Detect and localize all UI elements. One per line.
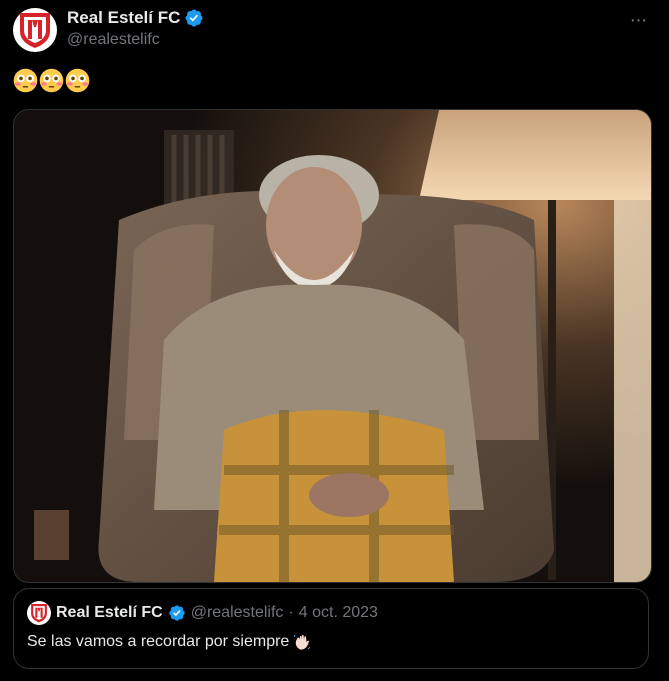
- quoted-tweet-date: 4 oct. 2023: [298, 604, 378, 621]
- flushed-face-emoji-icon: [65, 68, 90, 93]
- old-man-armchair-photo: [14, 110, 651, 582]
- club-crest-logo: [31, 604, 47, 623]
- author-display-name[interactable]: Real Estelí FC: [67, 8, 180, 28]
- quoted-author-display-name: Real Estelí FC: [56, 604, 163, 621]
- author-name-row: Real Estelí FC: [67, 8, 204, 28]
- author-avatar[interactable]: [13, 8, 57, 52]
- verified-badge-icon: [169, 605, 185, 621]
- quoted-author-handle: @realestelifc: [190, 604, 284, 621]
- verified-badge-icon[interactable]: [184, 8, 204, 28]
- club-crest-logo: [20, 13, 50, 48]
- quoted-tweet-text-row: Se las vamos a recordar por siempre: [27, 633, 311, 651]
- tweet-photo[interactable]: [13, 109, 652, 583]
- author-handle[interactable]: @realestelifc: [67, 31, 160, 49]
- more-options-icon[interactable]: ···: [625, 9, 651, 31]
- separator-dot: ·: [288, 604, 294, 621]
- waving-hand-icon: [294, 634, 311, 650]
- flushed-face-emoji-icon: [39, 68, 64, 93]
- quoted-tweet-text: Se las vamos a recordar por siempre: [27, 633, 290, 650]
- quoted-author-avatar: [27, 601, 51, 625]
- quoted-tweet-header: Real Estelí FC @realestelifc · 4 oct. 20…: [27, 601, 378, 625]
- tweet-text: [13, 68, 90, 96]
- quoted-tweet-card[interactable]: Real Estelí FC @realestelifc · 4 oct. 20…: [13, 588, 649, 669]
- tweet: Real Estelí FC @realestelifc ··· Real Es…: [0, 0, 669, 681]
- flushed-face-emoji-icon: [13, 68, 38, 93]
